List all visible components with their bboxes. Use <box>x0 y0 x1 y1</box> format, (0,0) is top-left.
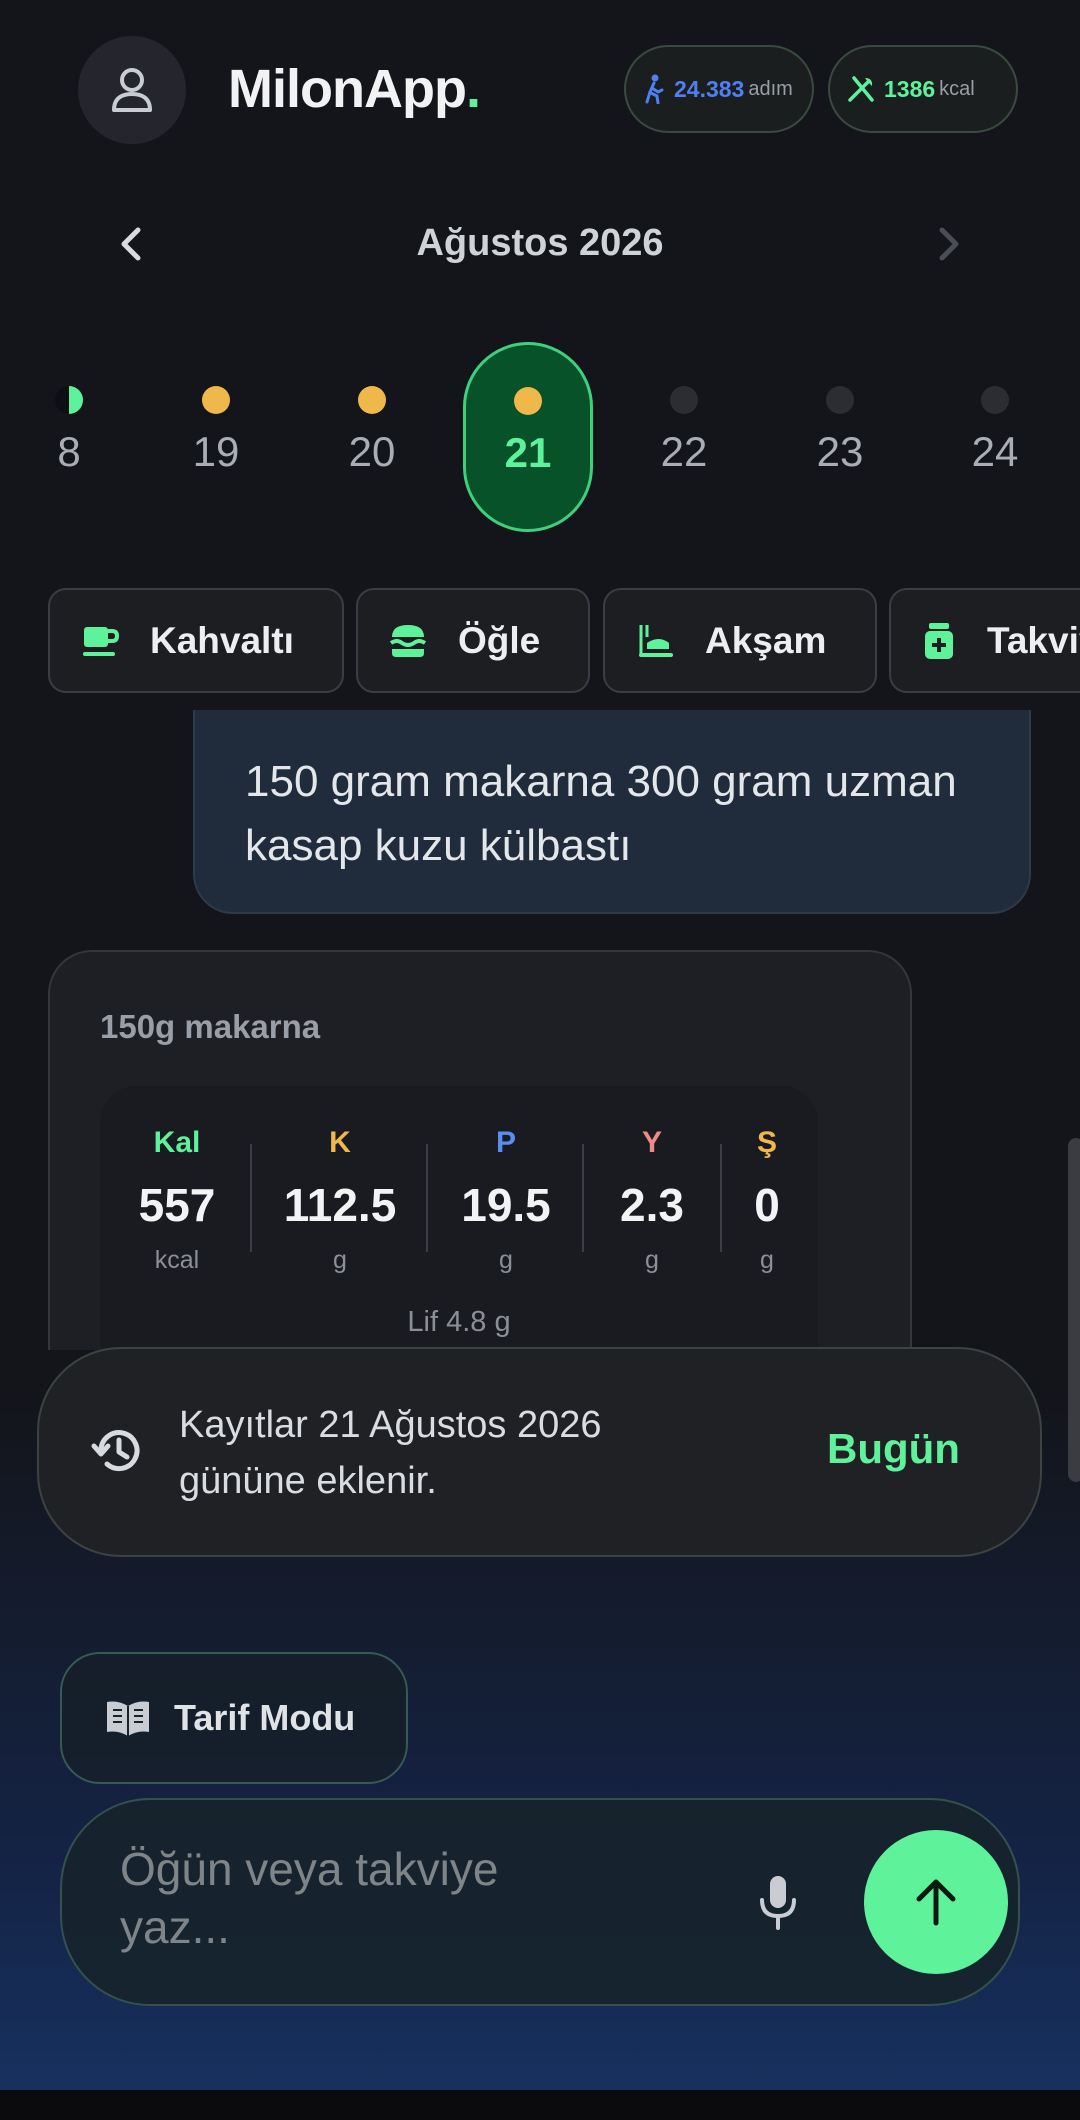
toast-message: Kayıtlar 21 Ağustos 2026 gününe eklenir. <box>179 1404 602 1502</box>
app-logo-dot: . <box>465 59 481 119</box>
date-notice-toast: Kayıtlar 21 Ağustos 2026 gününe eklenir.… <box>37 1347 1042 1557</box>
tab-ogle[interactable]: Öğle <box>356 588 590 693</box>
history-icon <box>91 1430 140 1472</box>
chevron-right-icon <box>939 227 959 261</box>
month-title: Ağustos 2026 <box>416 222 664 264</box>
calories-badge[interactable]: 1386 kcal <box>828 45 1018 133</box>
tab-kahvalti[interactable]: Kahvaltı <box>48 588 344 693</box>
calories-unit: kcal <box>939 77 975 100</box>
recipe-mode-label: Tarif Modu <box>174 1697 356 1738</box>
macro-value: 19.5 <box>461 1179 551 1231</box>
day-status-dot <box>670 386 698 414</box>
message-input[interactable] <box>120 1840 600 1970</box>
burger-icon <box>389 624 427 657</box>
message-composer <box>60 1798 1020 2006</box>
profile-avatar-button[interactable] <box>78 36 186 144</box>
day-status-dot <box>358 386 386 414</box>
day-status-dot <box>55 386 83 414</box>
day-number: 19 <box>192 428 240 475</box>
macro-unit: g <box>760 1246 774 1274</box>
scrollbar-handle[interactable] <box>1068 1138 1080 1482</box>
day-item-24[interactable]: 24 <box>930 342 1060 532</box>
calories-value: 1386 <box>884 75 936 102</box>
tab-aksam[interactable]: Akşam <box>603 588 877 693</box>
day-item-22[interactable]: 22 <box>619 342 749 532</box>
day-item-20[interactable]: 20 <box>307 342 437 532</box>
macro-unit: kcal <box>154 1246 200 1274</box>
day-item-21-selected[interactable]: 21 <box>463 342 593 532</box>
macro-key: Y <box>641 1126 662 1159</box>
arrow-up-icon <box>916 1879 956 1926</box>
tab-takviye[interactable]: Takviye <box>889 588 1080 693</box>
day-number: 21 <box>504 429 552 476</box>
supplement-icon <box>925 622 953 659</box>
day-number: 22 <box>660 428 708 475</box>
day-status-dot <box>826 386 854 414</box>
macro-value: 0 <box>754 1179 780 1231</box>
day-number: 20 <box>348 428 396 475</box>
send-button[interactable] <box>864 1830 1008 1974</box>
steps-badge[interactable]: 24.383 adım <box>624 45 814 133</box>
macro-calories: Kal 557 kcal <box>100 1086 254 1286</box>
microphone-icon[interactable] <box>758 1874 798 1932</box>
macro-unit: g <box>499 1246 513 1274</box>
day-item-23[interactable]: 23 <box>775 342 905 532</box>
day-number: 24 <box>971 428 1019 475</box>
nutrition-card: 150g makarna Kal 557 kcal K 112.5 g P 19… <box>48 950 912 1350</box>
macro-key: Ş <box>756 1126 777 1159</box>
macro-key: P <box>495 1126 516 1159</box>
macro-carbs: K 112.5 g <box>252 1086 428 1286</box>
food-item-title: 150g makarna <box>100 1008 321 1045</box>
day-status-dot <box>514 387 542 415</box>
steps-value: 24.383 <box>674 75 745 102</box>
day-number: 23 <box>816 428 864 475</box>
tab-label: Akşam <box>705 619 827 661</box>
open-book-icon <box>107 1701 149 1736</box>
app-name: MilonApp <box>228 59 467 119</box>
day-item-8[interactable]: 8 <box>4 342 134 532</box>
macro-value: 112.5 <box>283 1179 397 1231</box>
fiber-value: Lif 4.8 g <box>407 1306 511 1338</box>
macro-unit: g <box>645 1246 659 1274</box>
tab-label: Öğle <box>458 619 541 661</box>
macro-protein: P 19.5 g <box>428 1086 584 1286</box>
macro-value: 2.3 <box>620 1179 684 1231</box>
macro-key: K <box>329 1126 351 1159</box>
user-message-bubble: 150 gram makarna 300 gram uzman kasap ku… <box>193 710 1031 914</box>
system-navigation-bar <box>0 2090 1080 2120</box>
day-number: 8 <box>57 428 81 475</box>
recipe-mode-button[interactable]: Tarif Modu <box>60 1652 408 1784</box>
app-logo: MilonApp. <box>228 58 481 120</box>
today-button[interactable]: Bugün <box>827 1425 960 1473</box>
tab-label: Kahvaltı <box>150 619 294 661</box>
user-icon <box>112 68 152 112</box>
macro-value: 557 <box>138 1179 216 1231</box>
macro-key: Kal <box>153 1126 201 1159</box>
next-month-button[interactable] <box>928 222 968 266</box>
macro-unit: g <box>333 1246 347 1274</box>
tab-label: Takviye <box>987 619 1080 661</box>
coffee-cup-icon <box>83 626 120 656</box>
day-status-dot <box>981 386 1009 414</box>
utensils-icon <box>848 76 874 102</box>
walking-icon <box>645 74 664 104</box>
steps-unit: adım <box>748 77 793 100</box>
macro-summary: Kal 557 kcal K 112.5 g P 19.5 g Y 2.3 g … <box>100 1086 818 1350</box>
macro-sugar: Ş 0 g <box>722 1086 812 1286</box>
day-status-dot <box>202 386 230 414</box>
day-item-19[interactable]: 19 <box>151 342 281 532</box>
dinner-icon <box>639 624 673 657</box>
macro-fat: Y 2.3 g <box>584 1086 720 1286</box>
